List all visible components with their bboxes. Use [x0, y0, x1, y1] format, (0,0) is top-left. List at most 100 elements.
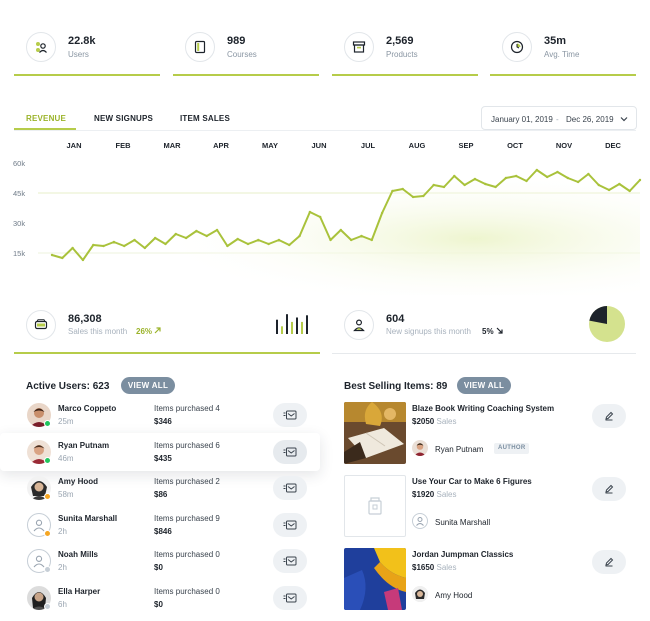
data-point [484, 182, 487, 186]
active-user-row[interactable]: Amy Hood 58m Items purchased 2 $86 [14, 474, 320, 510]
author-badge: AUTHOR [494, 443, 530, 454]
active-users-title: Active Users: 623 [26, 381, 110, 392]
data-point [618, 182, 621, 186]
box-icon [344, 32, 374, 62]
data-point [236, 237, 239, 241]
best-selling-item[interactable]: Blaze Book Writing Coaching System $2050… [344, 402, 636, 466]
item-price: $1920 Sales [412, 490, 457, 499]
message-button[interactable] [273, 513, 307, 537]
sales-value: 86,308 [68, 313, 102, 325]
data-point [184, 236, 188, 240]
item-seller: Ryan Putnam [435, 445, 484, 454]
wallet-icon [26, 310, 56, 340]
mini-bar [306, 315, 308, 334]
data-point [174, 232, 177, 236]
stat-card-users[interactable]: 22.8k Users [14, 18, 160, 76]
data-point [442, 185, 446, 189]
active-user-row[interactable]: Marco Coppeto 25m Items purchased 4 $346 [14, 401, 320, 437]
revenue-area [52, 170, 640, 295]
stat-value: 22.8k [68, 35, 96, 47]
item-seller: Sunita Marshall [435, 518, 491, 527]
purchase-amount: $0 [154, 600, 163, 609]
user-name: Amy Hood [58, 477, 98, 486]
items-purchased: Items purchased 0 [154, 550, 220, 559]
data-point [349, 238, 353, 242]
user-icon [344, 310, 374, 340]
x-axis-month-label: OCT [507, 141, 523, 150]
stat-card-avg-time[interactable]: 35m Avg. Time [490, 18, 636, 76]
items-purchased: Items purchased 9 [154, 514, 220, 523]
message-button[interactable] [273, 549, 307, 573]
active-user-row[interactable]: Ella Harper 6h Items purchased 0 $0 [14, 584, 320, 620]
message-button[interactable] [273, 476, 307, 500]
data-point [607, 188, 611, 192]
stat-card-products[interactable]: 2,569 Products [332, 18, 478, 76]
data-point [319, 215, 322, 219]
data-point [133, 238, 136, 242]
tab-item-sales[interactable]: ITEM SALES [180, 114, 230, 123]
sales-card[interactable]: 86,308 Sales this month 26% [14, 300, 320, 354]
items-purchased: Items purchased 0 [154, 587, 220, 596]
data-point [370, 238, 373, 242]
message-button[interactable] [273, 403, 307, 427]
message-button[interactable] [273, 440, 307, 464]
user-name: Ella Harper [58, 587, 101, 596]
best-selling-view-all-button[interactable]: VIEW ALL [457, 377, 511, 394]
avatar [412, 513, 428, 529]
edit-button[interactable] [592, 404, 626, 428]
data-point [515, 174, 518, 178]
tab-new-signups[interactable]: NEW SIGNUPS [94, 114, 153, 123]
x-axis-month-label: AUG [409, 141, 426, 150]
data-point [391, 189, 394, 193]
data-point [525, 179, 528, 183]
y-axis-tick-label: 60k [13, 159, 25, 168]
data-point [587, 172, 590, 176]
active-users-view-all-button[interactable]: VIEW ALL [121, 377, 175, 394]
user-last-seen: 6h [58, 600, 67, 609]
data-point [535, 168, 539, 172]
data-point [61, 256, 64, 260]
stat-card-courses[interactable]: 989 Courses [173, 18, 319, 76]
best-selling-item[interactable]: Jordan Jumpman Classics $1650 Sales Amy … [344, 548, 636, 612]
signups-card[interactable]: 604 New signups this month 5% [332, 300, 636, 354]
purchase-amount: $0 [154, 563, 163, 572]
clock-icon [502, 32, 532, 62]
signups-label: New signups this month [386, 327, 471, 336]
data-point [50, 253, 54, 257]
message-icon [283, 447, 297, 456]
mini-bar [286, 314, 288, 334]
user-icon [33, 519, 45, 532]
tab-revenue[interactable]: REVENUE [26, 114, 66, 123]
date-range-picker[interactable]: January 01, 2019 - Dec 26, 2019 [481, 106, 637, 130]
signups-change: 5% [482, 327, 503, 336]
data-point [215, 228, 219, 232]
status-indicator [44, 493, 51, 500]
best-selling-item[interactable]: Use Your Car to Make 6 Figures $1920 Sal… [344, 475, 636, 539]
data-point [92, 243, 95, 247]
stat-label: Courses [227, 50, 257, 59]
data-point [411, 195, 415, 199]
data-point [143, 246, 147, 250]
stat-label: Avg. Time [544, 50, 580, 59]
message-icon [283, 520, 297, 529]
active-user-row[interactable]: Ryan Putnam 46m Items purchased 6 $435 [0, 433, 320, 471]
stats-row: 22.8k Users 989 Courses 2,569 Products 3… [14, 18, 636, 76]
edit-button[interactable] [592, 477, 626, 501]
data-point [566, 176, 569, 180]
data-point [504, 176, 508, 180]
book-icon [368, 497, 382, 515]
edit-icon [605, 411, 614, 421]
item-name: Blaze Book Writing Coaching System [412, 404, 555, 413]
message-icon [283, 410, 297, 419]
mini-bar [291, 321, 293, 334]
purchase-amount: $435 [154, 454, 172, 463]
tabs-divider [14, 130, 636, 131]
x-axis-month-label: JAN [66, 141, 81, 150]
stat-label: Products [386, 50, 418, 59]
message-icon [283, 483, 297, 492]
edit-button[interactable] [592, 550, 626, 574]
active-user-row[interactable]: Sunita Marshall 2h Items purchased 9 $846 [14, 511, 320, 547]
active-user-row[interactable]: Noah Mills 2h Items purchased 0 $0 [14, 547, 320, 583]
message-button[interactable] [273, 586, 307, 610]
mini-bar [276, 319, 278, 334]
